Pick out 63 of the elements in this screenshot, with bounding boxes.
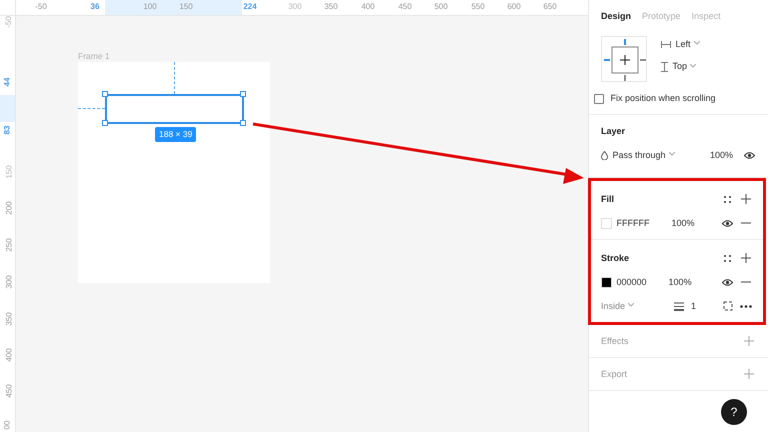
horizontal-constraint-icon <box>661 41 671 48</box>
ruler-label: 200 <box>4 201 15 215</box>
ruler-label: 00 <box>2 420 12 430</box>
opacity-value[interactable]: 100% <box>672 216 695 230</box>
checkbox-label: Fix position when scrolling <box>610 92 716 105</box>
ruler-label: 300 <box>288 2 302 12</box>
ruler-label: 500 <box>434 2 448 12</box>
resize-handle[interactable] <box>240 91 246 97</box>
ruler-label: 150 <box>4 165 15 179</box>
section-title: Stroke <box>601 252 630 264</box>
horizontal-constraint-dropdown[interactable]: Left <box>676 38 700 52</box>
ruler-label: 400 <box>361 2 375 12</box>
color-swatch[interactable] <box>601 218 612 229</box>
stroke-position-dropdown[interactable]: Inside <box>601 300 634 313</box>
blend-mode-icon <box>601 150 608 160</box>
hex-value[interactable]: FFFFFF <box>616 216 650 230</box>
guide-line <box>78 108 105 109</box>
ruler-label: 224 <box>243 2 257 12</box>
opacity-value[interactable]: 100% <box>710 148 733 162</box>
ruler-label: 100 <box>143 2 157 12</box>
guide-line <box>174 62 175 94</box>
ruler-label: 650 <box>543 2 557 12</box>
constraint-widget[interactable] <box>601 36 647 82</box>
ruler-label: -50 <box>35 2 47 12</box>
add-icon[interactable] <box>739 192 753 206</box>
ruler-label: 450 <box>398 2 412 12</box>
ruler-label: 350 <box>4 312 15 326</box>
help-button[interactable]: ? <box>721 399 747 426</box>
ruler-label: 350 <box>324 2 338 12</box>
individual-strokes-icon[interactable] <box>720 299 734 314</box>
ruler-label: 83 <box>2 126 12 134</box>
selection-highlight <box>0 95 15 122</box>
resize-handle[interactable] <box>240 120 246 126</box>
selected-rectangle[interactable] <box>105 94 244 124</box>
ruler-label: 150 <box>179 2 193 12</box>
ruler-label: 300 <box>4 275 15 289</box>
frame[interactable] <box>78 62 270 283</box>
ruler-label: -50 <box>4 16 14 28</box>
add-icon[interactable] <box>738 251 753 266</box>
vertical-constraint-icon <box>661 62 668 72</box>
ruler-label: 450 <box>4 384 15 398</box>
ruler-label: 550 <box>471 2 485 12</box>
opacity-value[interactable]: 100% <box>668 276 692 289</box>
ruler-label: 400 <box>4 348 15 362</box>
ruler-label: 250 <box>4 238 15 252</box>
vertical-constraint-dropdown[interactable]: Top <box>672 60 696 74</box>
resize-handle[interactable] <box>102 91 108 97</box>
dimension-label: 188 × 39 <box>155 127 196 142</box>
stroke-weight-value[interactable]: 1 <box>691 300 696 313</box>
resize-handle[interactable] <box>102 120 108 126</box>
section-title: Effects <box>601 334 628 348</box>
section-title: Layer <box>601 125 626 138</box>
ruler-label: 36 <box>90 2 100 12</box>
section-title: Export <box>601 368 628 381</box>
hex-value[interactable]: 000000 <box>616 276 647 289</box>
color-swatch[interactable] <box>601 276 612 288</box>
blend-mode-dropdown[interactable]: Pass through <box>612 148 675 162</box>
ruler-label: 600 <box>507 2 521 12</box>
section-title: Fill <box>601 192 614 206</box>
tab[interactable]: Design <box>601 10 632 24</box>
stroke-weight-icon <box>674 302 684 311</box>
checkbox[interactable] <box>594 94 604 104</box>
ruler-label: 44 <box>2 78 12 86</box>
